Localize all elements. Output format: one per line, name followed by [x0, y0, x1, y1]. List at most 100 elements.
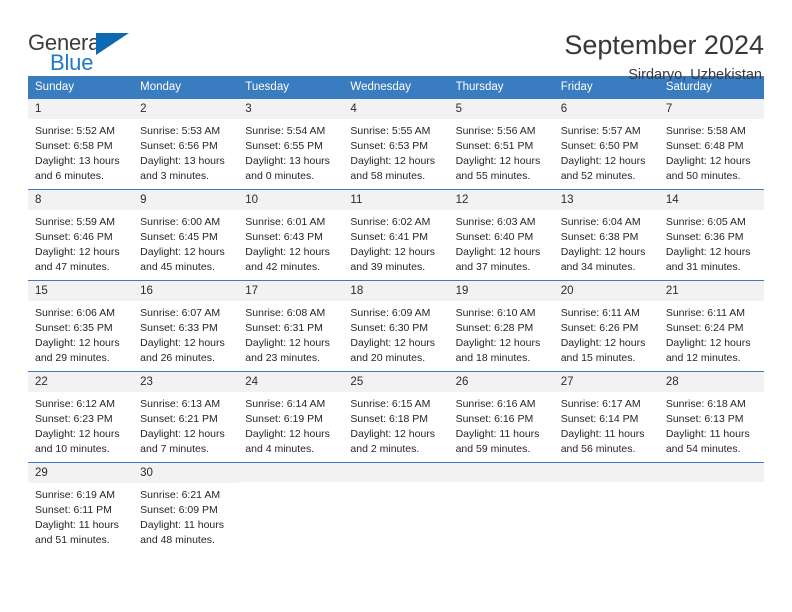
day-cell[interactable]: 4 Sunrise: 5:55 AM Sunset: 6:53 PM Dayli… — [343, 98, 449, 190]
sunset-text: Sunset: 6:46 PM — [35, 230, 113, 243]
day-cell-empty — [343, 462, 449, 551]
calendar-week-row: 1 Sunrise: 5:52 AM Sunset: 6:58 PM Dayli… — [28, 98, 764, 190]
daylight-text-line2: and 6 minutes. — [35, 169, 104, 182]
day-cell[interactable]: 27 Sunrise: 6:17 AM Sunset: 6:14 PM Dayl… — [553, 371, 659, 463]
sunset-text: Sunset: 6:41 PM — [350, 230, 429, 243]
page-subtitle: Sirdaryo, Uzbekistan — [628, 67, 762, 84]
day-cell[interactable]: 8 Sunrise: 5:59 AM Sunset: 6:46 PM Dayli… — [28, 189, 134, 281]
sunset-text: Sunset: 6:53 PM — [350, 139, 429, 152]
day-number — [553, 463, 659, 482]
sunrise-text: Sunrise: 5:58 AM — [665, 125, 746, 138]
daylight-text-line2: and 2 minutes. — [350, 442, 420, 455]
daylight-text-line1: Daylight: 12 hours — [560, 154, 646, 167]
day-details: Sunrise: 6:16 AM Sunset: 6:16 PM Dayligh… — [449, 392, 554, 457]
daylight-text-line1: Daylight: 11 hours — [560, 427, 645, 440]
day-number: 22 — [28, 372, 134, 393]
day-details: Sunrise: 6:04 AM Sunset: 6:38 PM Dayligh… — [554, 210, 659, 275]
day-details: Sunrise: 6:11 AM Sunset: 6:26 PM Dayligh… — [554, 301, 659, 366]
sunset-text: Sunset: 6:33 PM — [140, 321, 218, 334]
general-blue-logo[interactable]: General Blue — [28, 28, 148, 80]
day-cell[interactable]: 10 Sunrise: 6:01 AM Sunset: 6:43 PM Dayl… — [238, 189, 344, 281]
day-cell[interactable]: 18 Sunrise: 6:09 AM Sunset: 6:30 PM Dayl… — [343, 280, 449, 372]
logo-text-blue: Blue — [50, 50, 94, 75]
day-number: 16 — [133, 281, 239, 302]
calendar-body: 1 Sunrise: 5:52 AM Sunset: 6:58 PM Dayli… — [28, 98, 764, 551]
daylight-text-line1: Daylight: 12 hours — [560, 336, 646, 349]
sunset-text: Sunset: 6:26 PM — [560, 321, 639, 334]
daylight-text-line2: and 0 minutes. — [245, 169, 315, 182]
daylight-text-line1: Daylight: 11 hours — [455, 427, 540, 440]
day-number: 23 — [133, 372, 239, 393]
day-cell[interactable]: 21 Sunrise: 6:11 AM Sunset: 6:24 PM Dayl… — [658, 280, 764, 372]
sunrise-text: Sunrise: 6:01 AM — [245, 216, 326, 229]
day-details: Sunrise: 5:58 AM Sunset: 6:48 PM Dayligh… — [659, 119, 764, 184]
day-number: 21 — [658, 281, 764, 302]
daylight-text-line1: Daylight: 12 hours — [140, 427, 225, 440]
daylight-text-line1: Daylight: 12 hours — [560, 245, 646, 258]
day-number: 27 — [553, 372, 659, 393]
daylight-text-line1: Daylight: 12 hours — [665, 154, 751, 167]
day-number: 19 — [448, 281, 554, 302]
daylight-text-line2: and 31 minutes. — [665, 260, 741, 273]
day-cell[interactable]: 19 Sunrise: 6:10 AM Sunset: 6:28 PM Dayl… — [448, 280, 554, 372]
day-cell[interactable]: 22 Sunrise: 6:12 AM Sunset: 6:23 PM Dayl… — [28, 371, 134, 463]
sunrise-text: Sunrise: 5:59 AM — [35, 216, 115, 229]
day-details: Sunrise: 6:19 AM Sunset: 6:11 PM Dayligh… — [28, 483, 133, 548]
day-number: 8 — [28, 190, 134, 211]
day-cell[interactable]: 7 Sunrise: 5:58 AM Sunset: 6:48 PM Dayli… — [658, 98, 764, 190]
day-cell[interactable]: 14 Sunrise: 6:05 AM Sunset: 6:36 PM Dayl… — [658, 189, 764, 281]
day-cell[interactable]: 29 Sunrise: 6:19 AM Sunset: 6:11 PM Dayl… — [28, 462, 134, 551]
day-number: 20 — [553, 281, 659, 302]
day-cell[interactable]: 16 Sunrise: 6:07 AM Sunset: 6:33 PM Dayl… — [133, 280, 239, 372]
daylight-text-line2: and 47 minutes. — [35, 260, 110, 273]
daylight-text-line2: and 59 minutes. — [455, 442, 531, 455]
day-cell[interactable]: 12 Sunrise: 6:03 AM Sunset: 6:40 PM Dayl… — [448, 189, 554, 281]
day-details: Sunrise: 6:02 AM Sunset: 6:41 PM Dayligh… — [343, 210, 448, 275]
calendar-week-row: 8 Sunrise: 5:59 AM Sunset: 6:46 PM Dayli… — [28, 189, 764, 281]
day-cell[interactable]: 5 Sunrise: 5:56 AM Sunset: 6:51 PM Dayli… — [448, 98, 554, 190]
day-details: Sunrise: 5:53 AM Sunset: 6:56 PM Dayligh… — [133, 119, 238, 184]
daylight-text-line2: and 39 minutes. — [350, 260, 426, 273]
day-cell[interactable]: 6 Sunrise: 5:57 AM Sunset: 6:50 PM Dayli… — [553, 98, 659, 190]
day-number: 25 — [343, 372, 449, 393]
daylight-text-line1: Daylight: 12 hours — [35, 427, 120, 440]
day-cell[interactable]: 2 Sunrise: 5:53 AM Sunset: 6:56 PM Dayli… — [133, 98, 239, 190]
day-cell[interactable]: 28 Sunrise: 6:18 AM Sunset: 6:13 PM Dayl… — [658, 371, 764, 463]
day-cell[interactable]: 24 Sunrise: 6:14 AM Sunset: 6:19 PM Dayl… — [238, 371, 344, 463]
sunset-text: Sunset: 6:38 PM — [560, 230, 639, 243]
day-cell[interactable]: 26 Sunrise: 6:16 AM Sunset: 6:16 PM Dayl… — [448, 371, 554, 463]
day-details: Sunrise: 5:59 AM Sunset: 6:46 PM Dayligh… — [28, 210, 133, 275]
sunrise-text: Sunrise: 6:13 AM — [140, 398, 221, 411]
day-cell[interactable]: 15 Sunrise: 6:06 AM Sunset: 6:35 PM Dayl… — [28, 280, 134, 372]
day-cell[interactable]: 25 Sunrise: 6:15 AM Sunset: 6:18 PM Dayl… — [343, 371, 449, 463]
calendar-week-row: 15 Sunrise: 6:06 AM Sunset: 6:35 PM Dayl… — [28, 280, 764, 372]
day-cell[interactable]: 23 Sunrise: 6:13 AM Sunset: 6:21 PM Dayl… — [133, 371, 239, 463]
sunrise-text: Sunrise: 6:06 AM — [35, 307, 115, 320]
day-number: 15 — [28, 281, 134, 302]
day-cell[interactable]: 11 Sunrise: 6:02 AM Sunset: 6:41 PM Dayl… — [343, 189, 449, 281]
sunrise-text: Sunrise: 6:14 AM — [245, 398, 326, 411]
sunset-text: Sunset: 6:24 PM — [665, 321, 744, 334]
sunrise-text: Sunrise: 6:16 AM — [455, 398, 536, 411]
day-cell[interactable]: 17 Sunrise: 6:08 AM Sunset: 6:31 PM Dayl… — [238, 280, 344, 372]
sunrise-text: Sunrise: 6:21 AM — [140, 489, 221, 502]
day-details: Sunrise: 6:15 AM Sunset: 6:18 PM Dayligh… — [343, 392, 448, 457]
day-number: 5 — [448, 99, 554, 120]
day-cell[interactable]: 9 Sunrise: 6:00 AM Sunset: 6:45 PM Dayli… — [133, 189, 239, 281]
day-cell[interactable]: 3 Sunrise: 5:54 AM Sunset: 6:55 PM Dayli… — [238, 98, 344, 190]
day-details: Sunrise: 5:56 AM Sunset: 6:51 PM Dayligh… — [449, 119, 554, 184]
day-number: 3 — [238, 99, 344, 120]
daylight-text-line2: and 37 minutes. — [455, 260, 531, 273]
day-cell[interactable]: 30 Sunrise: 6:21 AM Sunset: 6:09 PM Dayl… — [133, 462, 239, 551]
sunrise-text: Sunrise: 6:00 AM — [140, 216, 221, 229]
daylight-text-line1: Daylight: 12 hours — [245, 336, 330, 349]
weekday-header-tuesday: Tuesday — [238, 76, 344, 99]
day-details: Sunrise: 6:03 AM Sunset: 6:40 PM Dayligh… — [449, 210, 554, 275]
day-number: 11 — [343, 190, 449, 211]
day-cell-empty — [448, 462, 554, 551]
day-cell[interactable]: 1 Sunrise: 5:52 AM Sunset: 6:58 PM Dayli… — [28, 98, 134, 190]
day-cell[interactable]: 13 Sunrise: 6:04 AM Sunset: 6:38 PM Dayl… — [553, 189, 659, 281]
daylight-text-line1: Daylight: 13 hours — [140, 154, 225, 167]
day-cell[interactable]: 20 Sunrise: 6:11 AM Sunset: 6:26 PM Dayl… — [553, 280, 659, 372]
sunrise-text: Sunrise: 6:18 AM — [665, 398, 746, 411]
